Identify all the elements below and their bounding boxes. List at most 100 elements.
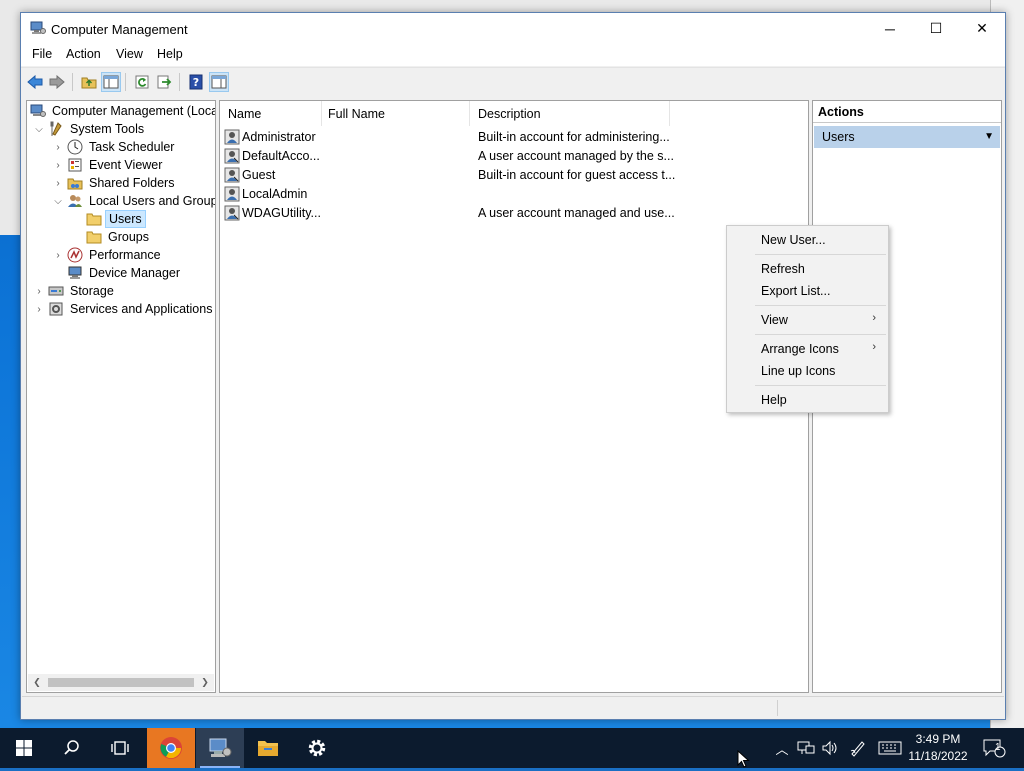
user-description: A user account managed and use... — [478, 206, 675, 220]
refresh-button[interactable] — [132, 72, 152, 92]
maximize-icon: ☐ — [929, 20, 943, 36]
menu-action[interactable]: Action — [66, 47, 101, 61]
show-hide-action-pane-icon — [211, 75, 227, 89]
tree-item-performance[interactable]: › Performance — [52, 246, 164, 264]
column-header-name[interactable]: Name — [220, 101, 322, 126]
close-button[interactable]: ✕ — [959, 13, 1005, 44]
tree-item-shared-folders[interactable]: › Shared Folders — [52, 174, 177, 192]
collapsed-chevron-icon[interactable]: › — [33, 300, 45, 318]
forward-button[interactable] — [47, 72, 67, 92]
services-icon — [48, 301, 64, 317]
menu-view[interactable]: View — [116, 47, 143, 61]
menu-item-help[interactable]: Help — [761, 393, 787, 407]
folder-icon — [86, 211, 102, 227]
show-hide-console-tree-button[interactable] — [101, 72, 121, 92]
title-bar[interactable]: Computer Management ─ ☐ ✕ — [21, 13, 1005, 44]
tree-item-groups[interactable]: Groups — [86, 228, 152, 246]
submenu-arrow-icon: › — [872, 312, 876, 324]
menu-item-refresh[interactable]: Refresh — [761, 262, 805, 276]
notification-icon — [983, 739, 1006, 758]
table-row[interactable]: DefaultAcco... A user account managed by… — [224, 146, 804, 165]
back-button[interactable] — [25, 72, 45, 92]
user-account-icon — [224, 148, 240, 164]
tree-item-services-apps[interactable]: › Services and Applications — [33, 300, 215, 318]
svg-text:?: ? — [193, 76, 199, 89]
export-list-button[interactable] — [154, 72, 174, 92]
help-button[interactable]: ? — [186, 72, 206, 92]
computer-management-taskbar-button[interactable] — [196, 728, 244, 768]
tree-item-task-scheduler[interactable]: › Task Scheduler — [52, 138, 177, 156]
menu-item-arrange-icons[interactable]: Arrange Icons — [761, 342, 839, 356]
collapse-triangle-icon[interactable]: ▼ — [984, 131, 994, 142]
table-row[interactable]: LocalAdmin — [224, 184, 804, 203]
up-one-level-button[interactable] — [79, 72, 99, 92]
minimize-button[interactable]: ─ — [867, 13, 913, 44]
actions-header: Actions — [813, 101, 1001, 123]
menu-help[interactable]: Help — [157, 47, 183, 61]
user-account-icon — [224, 186, 240, 202]
maximize-button[interactable]: ☐ — [913, 13, 959, 44]
tree-item-label: Storage — [70, 284, 114, 298]
settings-taskbar-button[interactable] — [293, 728, 341, 768]
column-header-description[interactable]: Description — [470, 101, 670, 126]
table-row[interactable]: Administrator Built-in account for admin… — [224, 127, 804, 146]
show-hidden-icons-button[interactable]: ︿ — [772, 728, 792, 768]
tree-item-local-users-groups[interactable]: ⌵ Local Users and Groups — [52, 192, 215, 210]
performance-icon — [67, 247, 83, 263]
tree-item-label: Computer Management (Local — [52, 104, 216, 118]
expanded-chevron-icon[interactable]: ⌵ — [33, 120, 45, 138]
tree-horizontal-scrollbar[interactable]: ❮ ❯ — [28, 674, 214, 691]
tree-item-label: Performance — [89, 248, 161, 262]
console-tree-pane[interactable]: Computer Management (Local ⌵ System Tool… — [26, 100, 216, 693]
network-tray-button[interactable] — [795, 728, 817, 768]
computer-management-icon — [30, 103, 46, 119]
scroll-right-icon[interactable]: ❯ — [198, 675, 212, 690]
tree-item-label: Task Scheduler — [89, 140, 175, 154]
user-name: DefaultAcco... — [242, 149, 320, 163]
task-view-icon — [111, 741, 129, 755]
menu-file[interactable]: File — [32, 47, 52, 61]
chrome-taskbar-button[interactable] — [147, 728, 195, 768]
tree-item-root[interactable]: Computer Management (Local — [30, 102, 216, 120]
menu-item-line-up-icons[interactable]: Line up Icons — [761, 364, 835, 378]
tree-item-users[interactable]: Users — [86, 210, 146, 228]
menu-item-view[interactable]: View — [761, 313, 788, 327]
search-icon — [64, 740, 79, 755]
tree-item-system-tools[interactable]: ⌵ System Tools — [33, 120, 147, 138]
start-button[interactable] — [0, 728, 48, 768]
folder-icon — [86, 229, 102, 245]
computer-management-icon — [30, 21, 46, 35]
table-row[interactable]: Guest Built-in account for guest access … — [224, 165, 804, 184]
menu-item-export-list[interactable]: Export List... — [761, 284, 830, 298]
collapsed-chevron-icon[interactable]: › — [52, 156, 64, 174]
action-center-button[interactable]: 1 — [980, 728, 1008, 768]
column-header-full-name[interactable]: Full Name — [320, 101, 470, 126]
tree-item-event-viewer[interactable]: › Event Viewer — [52, 156, 165, 174]
volume-tray-button[interactable] — [819, 728, 841, 768]
windows-logo-icon — [16, 740, 32, 756]
file-explorer-taskbar-button[interactable] — [244, 728, 292, 768]
pen-tray-button[interactable] — [847, 728, 869, 768]
scrollbar-thumb[interactable] — [48, 678, 194, 687]
collapsed-chevron-icon[interactable]: › — [52, 138, 64, 156]
speaker-icon — [822, 740, 837, 756]
search-button[interactable] — [48, 728, 96, 768]
tree-item-label: Event Viewer — [89, 158, 163, 172]
menu-item-new-user[interactable]: New User... — [761, 233, 826, 247]
show-hide-action-pane-button[interactable] — [209, 72, 229, 92]
task-view-button[interactable] — [96, 728, 144, 768]
user-account-icon — [224, 205, 240, 221]
scroll-left-icon[interactable]: ❮ — [30, 675, 44, 690]
collapsed-chevron-icon[interactable]: › — [52, 174, 64, 192]
user-description: Built-in account for administering... — [478, 130, 670, 144]
collapsed-chevron-icon[interactable]: › — [52, 246, 64, 264]
users-list-pane[interactable]: Name Full Name Description Administrator… — [219, 100, 809, 693]
taskbar-clock[interactable]: 3:49 PM 11/18/2022 — [900, 731, 976, 765]
table-row[interactable]: WDAGUtility... A user account managed an… — [224, 203, 804, 222]
tree-item-storage[interactable]: › Storage — [33, 282, 117, 300]
actions-section-users[interactable]: Users ▼ — [814, 126, 1000, 148]
taskbar: ︿ 3:49 PM 11/18/2022 1 — [0, 728, 1024, 768]
tree-item-device-manager[interactable]: Device Manager — [67, 264, 183, 282]
expanded-chevron-icon[interactable]: ⌵ — [52, 192, 64, 210]
collapsed-chevron-icon[interactable]: › — [33, 282, 45, 300]
